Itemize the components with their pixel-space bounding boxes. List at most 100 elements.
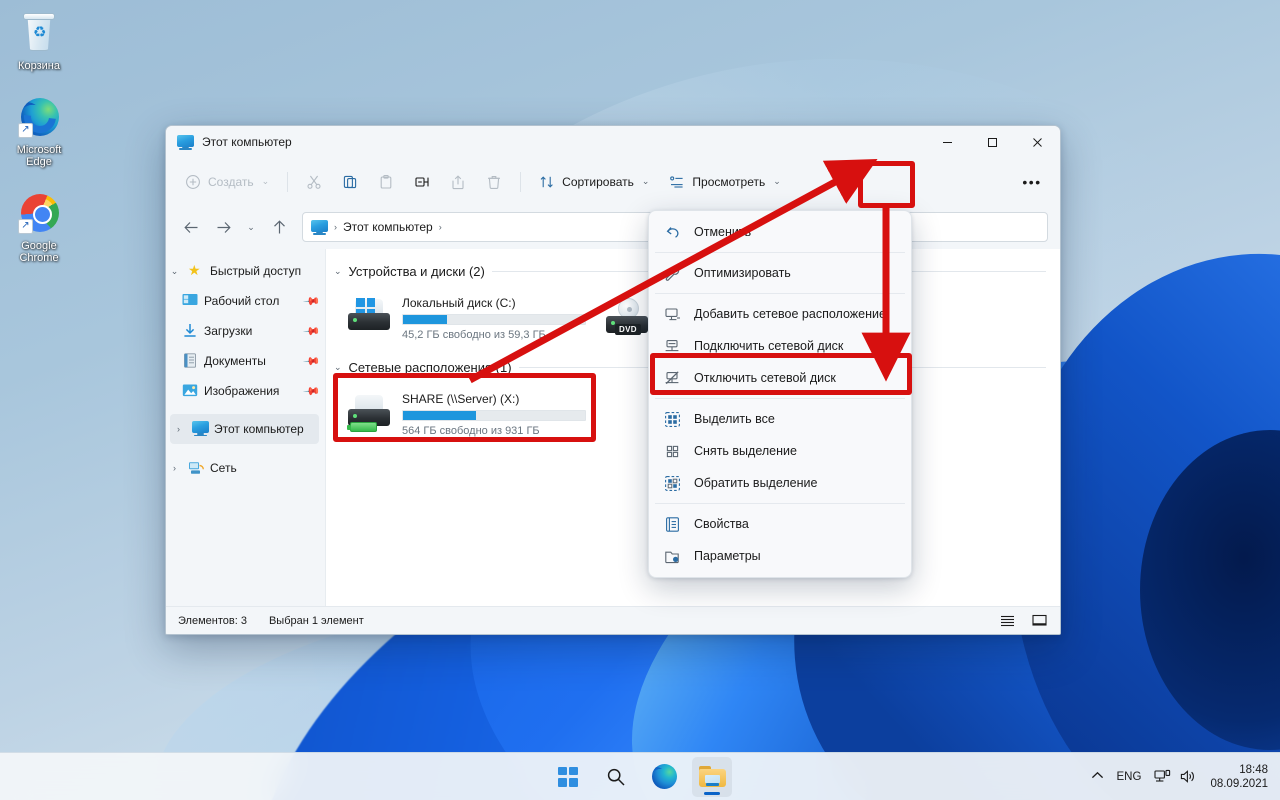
menu-item-deselect-all[interactable]: Снять выделение <box>653 435 907 467</box>
sidebar-item-desktop[interactable]: Рабочий стол 📌 <box>166 286 325 316</box>
list-view-button[interactable] <box>996 611 1018 631</box>
file-explorer-icon <box>698 765 726 788</box>
menu-item-add-network-location[interactable]: Добавить сетевое расположение <box>653 298 907 330</box>
window-controls <box>925 126 1060 158</box>
chevron-right-icon[interactable]: › <box>170 424 187 434</box>
volume-tray-icon[interactable] <box>1180 769 1197 784</box>
breadcrumb-this-pc[interactable]: Этот компьютер <box>343 220 433 234</box>
menu-item-options[interactable]: Параметры <box>653 540 907 572</box>
maximize-button[interactable] <box>970 126 1015 158</box>
desktop-icon-label: Microsoft Edge <box>16 143 62 169</box>
sidebar-item-downloads[interactable]: Загрузки 📌 <box>166 316 325 346</box>
rename-button[interactable] <box>405 166 439 198</box>
capacity-bar-fill <box>403 314 447 324</box>
start-button[interactable] <box>548 757 588 797</box>
desktop-icon-google-chrome[interactable]: ↗ Google Chrome <box>2 186 76 268</box>
menu-item-undo[interactable]: Отменить <box>653 216 907 248</box>
new-button[interactable]: Создать ⌄ <box>178 166 278 198</box>
up-button[interactable] <box>264 212 294 242</box>
more-button[interactable]: ••• <box>1014 166 1050 198</box>
back-button[interactable] <box>176 212 206 242</box>
sidebar-item-label: Загрузки <box>204 324 253 338</box>
desktop-icon-list: ♻ Корзина ↗ Microsoft Edge ↗ Google Chro… <box>0 6 78 268</box>
shortcut-arrow-icon: ↗ <box>18 122 33 138</box>
recent-locations-button[interactable]: ⌄ <box>240 212 262 242</box>
microsoft-edge-taskbar-button[interactable] <box>644 757 684 797</box>
sidebar-item-this-pc[interactable]: › Этот компьютер <box>170 414 319 444</box>
command-toolbar: Создать ⌄ Сортировать ⌄ Просмотреть ⌄ ••… <box>166 158 1060 205</box>
file-explorer-taskbar-button[interactable] <box>692 756 732 797</box>
toolbar-divider <box>287 171 289 192</box>
menu-item-label: Подключить сетевой диск <box>694 339 844 353</box>
network-drive-icon <box>346 394 392 434</box>
chevron-down-icon[interactable]: ⌄ <box>334 266 342 277</box>
sidebar-item-label: Рабочий стол <box>204 294 280 308</box>
status-bar: Элементов: 3 Выбран 1 элемент <box>166 606 1060 634</box>
taskbar-center-items <box>548 756 732 797</box>
search-button[interactable] <box>596 757 636 797</box>
navigation-pane: ⌄ ★ Быстрый доступ Рабочий стол 📌 Загруз… <box>166 249 325 606</box>
desktop-icon-recycle-bin[interactable]: ♻ Корзина <box>2 6 76 76</box>
cut-button[interactable] <box>297 166 331 198</box>
details-view-button[interactable] <box>1028 611 1050 631</box>
view-button-label: Просмотреть <box>692 174 766 189</box>
menu-item-optimize[interactable]: Оптимизировать <box>653 257 907 289</box>
chevron-down-icon[interactable]: ⌄ <box>166 266 183 277</box>
select-all-icon <box>665 411 680 427</box>
view-button[interactable]: Просмотреть ⌄ <box>660 166 789 198</box>
menu-item-invert-selection[interactable]: Обратить выделение <box>653 467 907 499</box>
microsoft-edge-icon <box>651 764 677 789</box>
system-tray: ENG 18:48 08.09.2021 <box>1091 763 1280 791</box>
wrench-icon <box>665 266 680 281</box>
menu-item-disconnect-network-drive[interactable]: Отключить сетевой диск <box>653 362 907 394</box>
pin-icon[interactable]: 📌 <box>303 322 322 340</box>
menu-item-label: Свойства <box>694 517 749 531</box>
group-header-label: Устройства и диски (2) <box>348 263 485 279</box>
chevron-down-icon[interactable]: ⌄ <box>334 362 342 373</box>
copy-icon <box>344 175 357 188</box>
chevron-right-icon[interactable]: › <box>166 463 183 473</box>
tray-overflow-button[interactable] <box>1091 771 1104 783</box>
chevron-down-icon: ⌄ <box>641 176 650 186</box>
forward-button[interactable] <box>208 212 238 242</box>
sidebar-item-documents[interactable]: Документы 📌 <box>166 346 325 376</box>
paste-button[interactable] <box>369 166 403 198</box>
add-network-location-icon <box>665 307 680 320</box>
sidebar-item-quick-access[interactable]: ⌄ ★ Быстрый доступ <box>166 256 325 286</box>
tray-time: 18:48 <box>1239 763 1268 776</box>
share-icon <box>452 174 464 189</box>
minimize-button[interactable] <box>925 126 970 158</box>
menu-item-properties[interactable]: Свойства <box>653 508 907 540</box>
capacity-bar <box>402 409 586 421</box>
pin-icon[interactable]: 📌 <box>303 382 322 400</box>
network-tray-icon[interactable] <box>1154 769 1171 784</box>
menu-item-label: Оптимизировать <box>694 266 791 280</box>
tray-language-indicator[interactable]: ENG <box>1117 771 1142 783</box>
pin-icon[interactable]: 📌 <box>303 292 322 310</box>
sidebar-item-network[interactable]: › Сеть <box>166 453 325 483</box>
window-title: Этот компьютер <box>202 135 292 149</box>
drive-tile-local-disk-c[interactable]: Локальный диск (C:) 45,2 ГБ свободно из … <box>340 287 592 349</box>
sidebar-item-label: Документы <box>204 354 266 368</box>
windows-logo-icon <box>558 766 578 787</box>
pin-icon[interactable]: 📌 <box>303 352 322 370</box>
menu-item-map-network-drive[interactable]: Подключить сетевой диск <box>653 330 907 362</box>
chevron-down-icon: ⌄ <box>261 176 270 186</box>
taskbar: ENG 18:48 08.09.2021 <box>0 752 1280 800</box>
sort-button[interactable]: Сортировать ⌄ <box>530 166 658 198</box>
close-button[interactable] <box>1015 126 1060 158</box>
desktop-icon <box>182 293 199 309</box>
drive-tile-share-x[interactable]: SHARE (\\Server) (X:) 564 ГБ свободно из… <box>340 383 592 445</box>
tray-clock[interactable]: 18:48 08.09.2021 <box>1210 763 1268 791</box>
desktop-icon-microsoft-edge[interactable]: ↗ Microsoft Edge <box>2 90 76 172</box>
sidebar-item-pictures[interactable]: Изображения 📌 <box>166 376 325 406</box>
this-pc-icon <box>311 219 328 235</box>
menu-item-select-all[interactable]: Выделить все <box>653 403 907 435</box>
window-titlebar: Этот компьютер <box>166 126 1060 158</box>
sidebar-item-label: Сеть <box>210 461 237 475</box>
share-button[interactable] <box>441 166 475 198</box>
cut-icon <box>307 175 321 189</box>
copy-button[interactable] <box>333 166 367 198</box>
delete-button[interactable] <box>477 166 511 198</box>
item-count-label: Элементов: 3 <box>178 614 247 627</box>
